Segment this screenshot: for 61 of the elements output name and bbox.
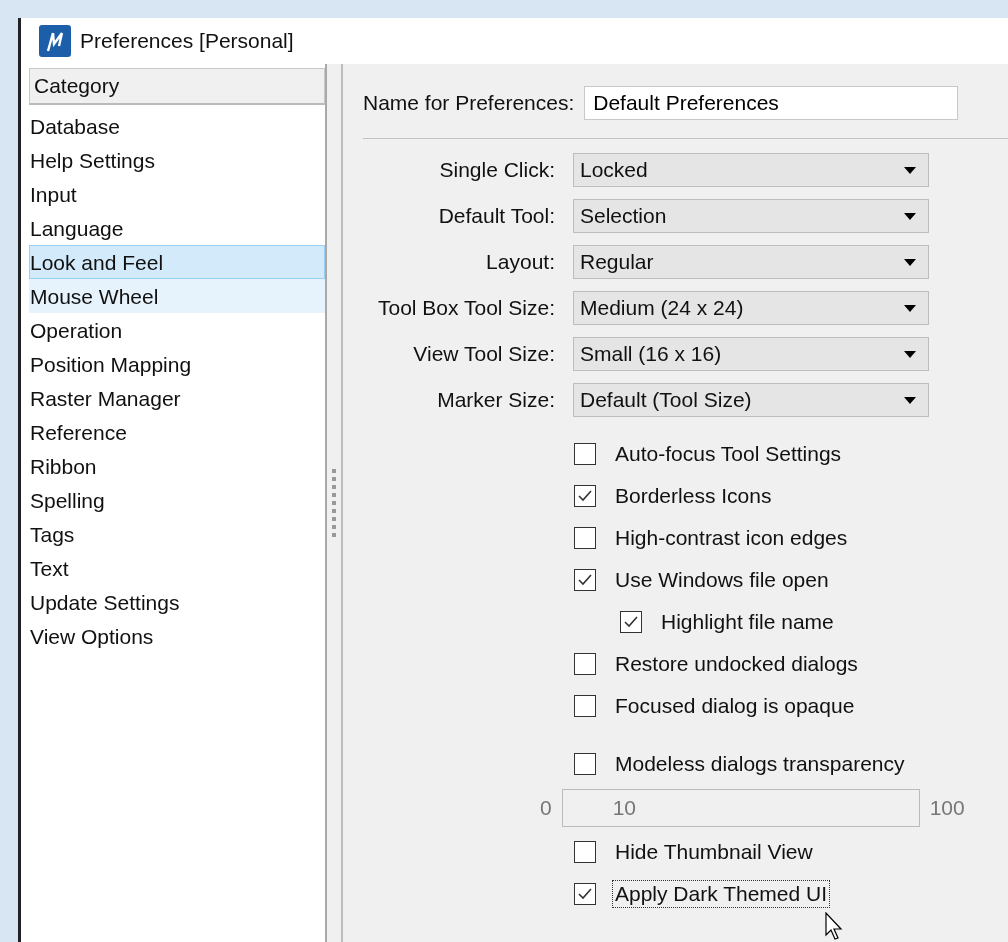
field-label: Name for Preferences: <box>363 91 575 115</box>
checkbox[interactable] <box>574 695 596 717</box>
dropdown[interactable]: Small (16 x 16) <box>573 337 929 371</box>
app-logo-icon <box>38 24 72 58</box>
caret-icon <box>904 166 916 174</box>
category-item[interactable]: Language <box>29 211 325 245</box>
checkbox[interactable] <box>574 653 596 675</box>
checkbox-label[interactable]: Restore undocked dialogs <box>612 650 861 678</box>
name-input-field[interactable]: Default Preferences <box>584 86 959 120</box>
dropdown[interactable]: Default (Tool Size) <box>573 383 929 417</box>
checkbox[interactable] <box>574 883 596 905</box>
dropdown-label: Tool Box Tool Size: <box>376 296 555 320</box>
range-min-label: 0 <box>540 796 552 820</box>
category-item[interactable]: Look and Feel <box>29 245 325 279</box>
dropdown[interactable]: Regular <box>573 245 929 279</box>
mouse-cursor-icon <box>825 912 845 942</box>
dropdown[interactable]: Locked <box>573 153 929 187</box>
checkbox[interactable] <box>574 841 596 863</box>
checkbox[interactable] <box>574 527 596 549</box>
dropdown-label: Default Tool: <box>437 204 555 228</box>
category-item[interactable]: View Options <box>29 619 325 653</box>
checkbox[interactable] <box>620 611 642 633</box>
category-item[interactable]: Spelling <box>29 483 325 517</box>
caret-icon <box>904 304 916 312</box>
checkbox-label[interactable]: Auto-focus Tool Settings <box>612 440 845 468</box>
category-item[interactable]: Update Settings <box>29 585 325 619</box>
caret-icon <box>904 258 916 266</box>
checkbox-label[interactable]: Hide Thumbnail View <box>612 838 816 866</box>
dropdown-label: Layout: <box>485 250 555 274</box>
category-item[interactable]: Mouse Wheel <box>29 279 325 313</box>
category-item[interactable]: Database <box>29 109 325 143</box>
category-header[interactable]: Category <box>29 68 325 105</box>
category-item[interactable]: Text <box>29 551 325 585</box>
caret-icon <box>904 212 916 220</box>
category-item[interactable]: Tags <box>29 517 325 551</box>
checkbox[interactable] <box>574 485 596 507</box>
category-item[interactable]: Ribbon <box>29 449 325 483</box>
dropdown[interactable]: Selection <box>573 199 929 233</box>
checkbox[interactable] <box>574 443 596 465</box>
category-item[interactable]: Raster Manager <box>29 381 325 415</box>
checkbox-label[interactable]: Apply Dark Themed UI <box>612 880 831 908</box>
category-item[interactable]: Help Settings <box>29 143 325 177</box>
category-item[interactable]: Position Mapping <box>29 347 325 381</box>
checkbox-label[interactable]: High-contrast icon edges <box>612 524 851 552</box>
dropdown-label: Marker Size: <box>436 388 555 412</box>
checkbox-label[interactable]: Focused dialog is opaque <box>612 692 858 720</box>
checkbox[interactable] <box>574 569 596 591</box>
caret-icon <box>904 396 916 404</box>
dropdown[interactable]: Medium (24 x 24) <box>573 291 929 325</box>
checkbox-label[interactable]: Use Windows file open <box>612 566 832 594</box>
dropdown-label: Single Click: <box>438 158 555 182</box>
splitter-handle[interactable] <box>327 64 343 942</box>
checkbox-label[interactable]: Highlight file name <box>658 608 837 636</box>
category-item[interactable]: Operation <box>29 313 325 347</box>
caret-icon <box>904 350 916 358</box>
range-max-label: 100 <box>929 796 965 820</box>
window-title: Preferences [Personal] <box>80 29 294 53</box>
checkbox-label[interactable]: Borderless Icons <box>612 482 775 510</box>
category-item[interactable]: Reference <box>29 415 325 449</box>
dropdown-label: View Tool Size: <box>412 342 555 366</box>
category-item[interactable]: Input <box>29 177 325 211</box>
